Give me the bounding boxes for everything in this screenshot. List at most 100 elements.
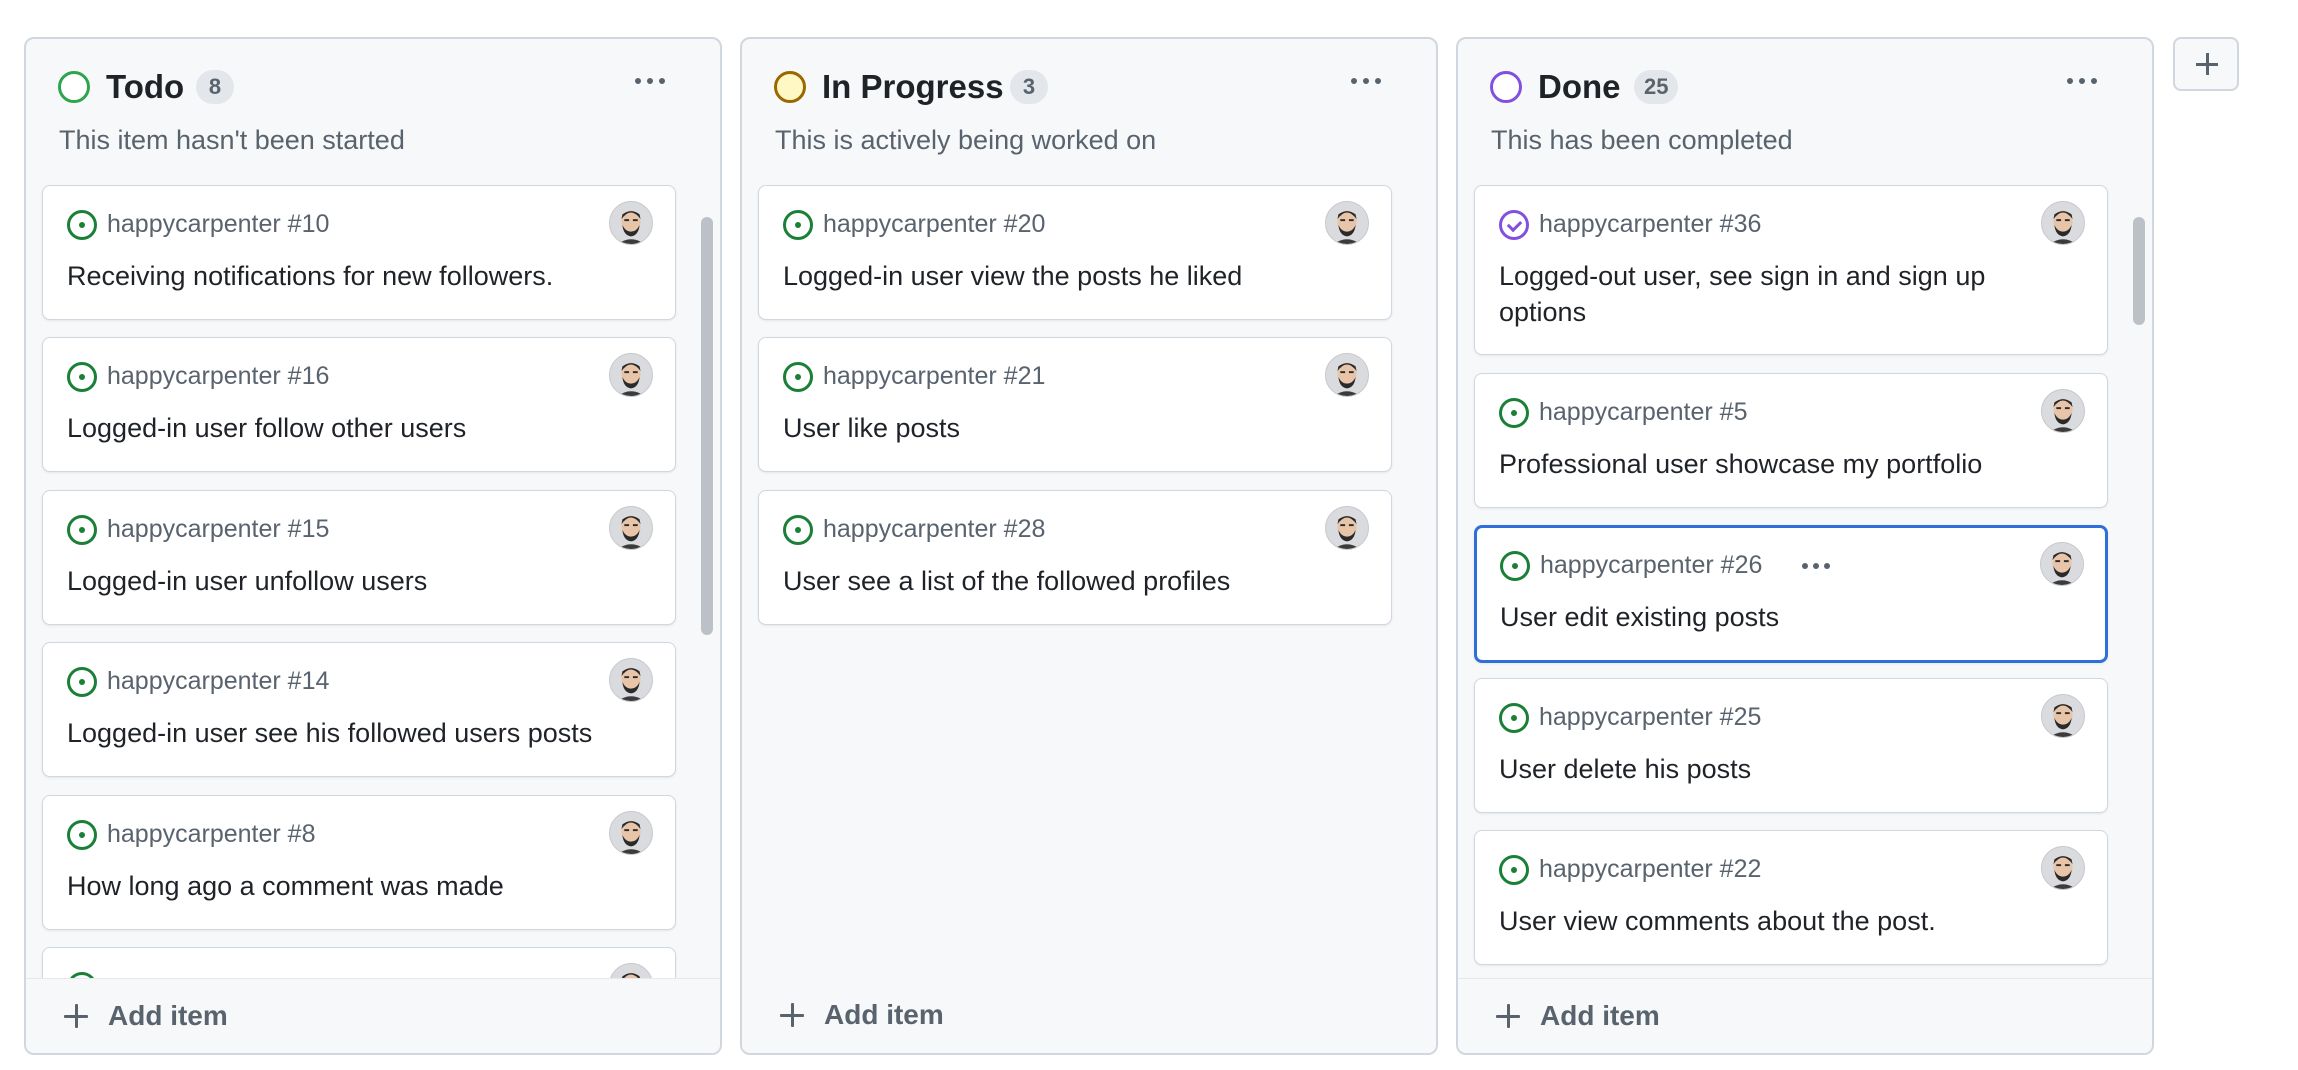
column-menu-button[interactable] xyxy=(1342,61,1390,101)
issue-closed-icon xyxy=(1499,210,1529,240)
issue-title[interactable]: User like posts xyxy=(783,410,1363,446)
assignee-avatar[interactable] xyxy=(1325,506,1369,550)
add-item-label: Add item xyxy=(1540,1000,1660,1031)
issue-opened-icon xyxy=(1500,551,1530,581)
issue-title[interactable]: Logged-in user follow other users xyxy=(67,410,647,446)
issue-title[interactable]: User view comments about the post. xyxy=(1499,903,2079,939)
assignee-avatar[interactable] xyxy=(609,506,653,550)
issue-opened-icon xyxy=(67,820,97,850)
column-header: In Progress 3 This is actively being wor… xyxy=(742,39,1436,169)
issue-card[interactable]: happycarpenter #8 How long ago a comment… xyxy=(42,795,676,930)
issue-reference[interactable]: happycarpenter #20 xyxy=(823,207,1045,241)
issue-reference[interactable]: happycarpenter #36 xyxy=(1539,207,1761,241)
column-description: This is actively being worked on xyxy=(775,125,1157,155)
issue-title[interactable]: Receiving notifications for new follower… xyxy=(67,258,647,294)
scrollbar-thumb[interactable] xyxy=(701,217,713,635)
issue-title[interactable]: User delete his posts xyxy=(1499,751,2079,787)
issue-reference[interactable]: happycarpenter #10 xyxy=(107,207,329,241)
issue-card[interactable]: happycarpenter #36 Logged-out user, see … xyxy=(1474,185,2108,355)
issue-opened-icon xyxy=(67,667,97,697)
issue-card[interactable]: happycarpenter #25 User delete his posts xyxy=(1474,678,2108,813)
column-menu-button[interactable] xyxy=(626,61,674,101)
column-todo: Todo 8 This item hasn't been started hap… xyxy=(24,37,722,1055)
issue-reference[interactable]: happycarpenter #14 xyxy=(107,664,329,698)
issue-opened-icon xyxy=(783,210,813,240)
column-title: Todo xyxy=(106,68,185,105)
status-circle-icon xyxy=(58,71,90,103)
issue-reference[interactable]: happycarpenter #5 xyxy=(1539,395,1747,429)
column-title: In Progress xyxy=(822,68,1004,105)
assignee-avatar[interactable] xyxy=(609,658,653,702)
issue-opened-icon xyxy=(783,362,813,392)
plus-icon xyxy=(1495,1003,1521,1029)
issue-card[interactable]: happycarpenter #22 User view comments ab… xyxy=(1474,830,2108,965)
issue-reference[interactable]: happycarpenter #8 xyxy=(107,817,315,851)
issue-reference[interactable]: happycarpenter #21 xyxy=(823,359,1045,393)
add-item-label: Add item xyxy=(108,1000,228,1031)
assignee-avatar[interactable] xyxy=(2040,542,2084,586)
add-item-button[interactable]: Add item xyxy=(742,978,1436,1053)
item-count-badge: 3 xyxy=(1010,70,1048,104)
card-menu-icon[interactable] xyxy=(1802,552,1830,580)
status-circle-icon xyxy=(1490,71,1522,103)
scrollbar-thumb[interactable] xyxy=(2133,217,2145,325)
add-column-button[interactable] xyxy=(2173,37,2239,91)
issue-reference[interactable]: happycarpenter #16 xyxy=(107,359,329,393)
issue-card[interactable]: happycarpenter #20 Logged-in user view t… xyxy=(758,185,1392,320)
issue-title[interactable]: Logged-in user unfollow users xyxy=(67,563,647,599)
assignee-avatar[interactable] xyxy=(2041,201,2085,245)
issue-card[interactable]: happycarpenter #21 User like posts xyxy=(758,337,1392,472)
issue-card[interactable]: happycarpenter #15 Logged-in user unfoll… xyxy=(42,490,676,625)
assignee-avatar[interactable] xyxy=(2041,694,2085,738)
issue-opened-icon xyxy=(1499,398,1529,428)
issue-card[interactable]: happycarpenter #28 User see a list of th… xyxy=(758,490,1392,625)
assignee-avatar[interactable] xyxy=(2041,389,2085,433)
issue-reference[interactable]: happycarpenter #22 xyxy=(1539,852,1761,886)
add-item-button[interactable]: Add item xyxy=(26,978,720,1053)
issue-title[interactable]: Logged-out user, see sign in and sign up… xyxy=(1499,258,2079,330)
item-count-badge: 25 xyxy=(1634,70,1679,104)
issue-title[interactable]: User see a list of the followed profiles xyxy=(783,563,1363,599)
issue-card-selected[interactable]: happycarpenter #26 User edit existing po… xyxy=(1474,525,2108,663)
column-header: Todo 8 This item hasn't been started xyxy=(26,39,720,169)
assignee-avatar[interactable] xyxy=(1325,201,1369,245)
issue-opened-icon xyxy=(67,210,97,240)
card-list: happycarpenter #10 Receiving notificatio… xyxy=(26,185,720,1017)
issue-card[interactable]: happycarpenter #10 Receiving notificatio… xyxy=(42,185,676,320)
column-menu-button[interactable] xyxy=(2058,61,2106,101)
issue-title[interactable]: Professional user showcase my portfolio xyxy=(1499,446,2079,482)
column-header: Done 25 This has been completed xyxy=(1458,39,2152,169)
issue-card[interactable]: happycarpenter #5 Professional user show… xyxy=(1474,373,2108,508)
issue-title[interactable]: Logged-in user see his followed users po… xyxy=(67,715,647,751)
project-board: Todo 8 This item hasn't been started hap… xyxy=(0,0,2298,1070)
assignee-avatar[interactable] xyxy=(609,811,653,855)
issue-opened-icon xyxy=(67,515,97,545)
issue-reference[interactable]: happycarpenter #15 xyxy=(107,512,329,546)
plus-icon xyxy=(63,1003,89,1029)
issue-reference[interactable]: happycarpenter #25 xyxy=(1539,700,1761,734)
assignee-avatar[interactable] xyxy=(609,201,653,245)
issue-title[interactable]: How long ago a comment was made xyxy=(67,868,647,904)
add-item-label: Add item xyxy=(824,999,944,1030)
issue-opened-icon xyxy=(67,362,97,392)
assignee-avatar[interactable] xyxy=(609,353,653,397)
assignee-avatar[interactable] xyxy=(1325,353,1369,397)
issue-title[interactable]: User edit existing posts xyxy=(1500,599,2080,635)
column-description: This item hasn't been started xyxy=(59,125,405,155)
issue-reference[interactable]: happycarpenter #28 xyxy=(823,512,1045,546)
assignee-avatar[interactable] xyxy=(2041,846,2085,890)
item-count-badge: 8 xyxy=(196,70,234,104)
column-title: Done xyxy=(1538,68,1621,105)
card-list: happycarpenter #36 Logged-out user, see … xyxy=(1458,185,2152,1017)
issue-opened-icon xyxy=(783,515,813,545)
card-list: happycarpenter #20 Logged-in user view t… xyxy=(742,185,1436,1017)
issue-reference[interactable]: happycarpenter #26 xyxy=(1540,548,1762,582)
issue-opened-icon xyxy=(1499,703,1529,733)
add-item-button[interactable]: Add item xyxy=(1458,978,2152,1053)
column-description: This has been completed xyxy=(1491,125,1793,155)
issue-card[interactable]: happycarpenter #14 Logged-in user see hi… xyxy=(42,642,676,777)
plus-icon xyxy=(779,1002,805,1028)
issue-title[interactable]: Logged-in user view the posts he liked xyxy=(783,258,1363,294)
issue-card[interactable]: happycarpenter #16 Logged-in user follow… xyxy=(42,337,676,472)
issue-opened-icon xyxy=(1499,855,1529,885)
